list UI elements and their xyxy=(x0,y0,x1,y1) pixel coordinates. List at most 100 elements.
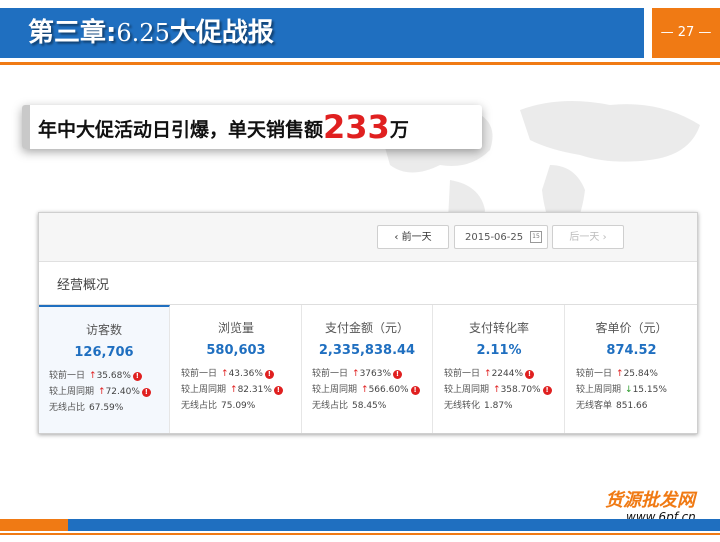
row-value: 43.36% xyxy=(228,369,263,379)
row-value: 566.60% xyxy=(368,385,409,395)
row-label: 无线客单 xyxy=(576,401,613,411)
metric-card-payment-amount[interactable]: 支付金额（元） 2,335,838.44 较前一日 ↑3763%! 较上周同期 ↑5… xyxy=(302,305,433,433)
row-value: 72.40% xyxy=(105,387,140,397)
callout-accent xyxy=(22,105,30,149)
arrow-up-icon: ↑ xyxy=(230,385,238,395)
metric-title: 客单价（元） xyxy=(595,321,668,335)
footer-accent xyxy=(0,519,68,531)
arrow-up-icon: ↑ xyxy=(89,371,97,381)
metric-row-wireless: 无线占比 58.45% xyxy=(312,398,386,411)
footer-line xyxy=(0,533,720,535)
headline-callout: 年中大促活动日引爆，单天销售额233万 xyxy=(22,105,482,149)
metric-value: 2.11% xyxy=(476,343,522,358)
arrow-up-icon: ↑ xyxy=(616,369,624,379)
metric-title: 支付金额（元） xyxy=(324,321,409,335)
footer-bar xyxy=(0,519,720,531)
row-label: 无线占比 xyxy=(49,403,86,413)
metric-card-avg-order-value[interactable]: 客单价（元） 874.52 较前一日 ↑25.84% 较上周同期 ↓15.15% 无… xyxy=(566,305,697,433)
arrow-up-icon: ↑ xyxy=(361,385,369,395)
section-header: 经营概况 xyxy=(39,262,697,305)
arrow-up-icon: ↑ xyxy=(352,369,360,379)
metric-value: 874.52 xyxy=(606,343,657,358)
row-label: 较上周同期 xyxy=(444,385,490,395)
row-value: 3763% xyxy=(359,369,392,379)
row-value: 1.87% xyxy=(484,401,513,411)
row-label: 较前一日 xyxy=(576,369,613,379)
arrow-up-icon: ↑ xyxy=(484,369,492,379)
dashboard-panel: ‹ 前一天 2015-06-25 15 后一天 › 经营概况 访客数 126,7… xyxy=(38,212,698,434)
metric-value: 2,335,838.44 xyxy=(318,343,416,358)
title-prefix: 第三章: xyxy=(28,18,117,48)
metric-row-week: 较上周同期 ↑82.31%! xyxy=(181,382,283,395)
row-label: 无线占比 xyxy=(181,401,218,411)
metric-row-week: 较上周同期 ↑358.70%! xyxy=(444,382,552,395)
row-value: 35.68% xyxy=(96,371,131,381)
section-title: 经营概况 xyxy=(57,278,110,293)
arrow-up-icon: ↑ xyxy=(221,369,229,379)
metric-row-day: 较前一日 ↑3763%! xyxy=(312,366,403,379)
row-value: 2244% xyxy=(491,369,524,379)
row-value: 67.59% xyxy=(89,403,124,413)
title-number: 6.25 xyxy=(116,19,170,47)
date-value: 2015-06-25 xyxy=(465,232,524,243)
arrow-up-icon: ↑ xyxy=(493,385,501,395)
metric-card-pageviews[interactable]: 浏览量 580,603 较前一日 ↑43.36%! 较上周同期 ↑82.31%! 无… xyxy=(171,305,302,433)
chevron-right-icon: › xyxy=(599,232,607,243)
chevron-left-icon: ‹ xyxy=(394,232,402,243)
metric-cards: 访客数 126,706 较前一日 ↑35.68%! 较上周同期 ↑72.40%! 无… xyxy=(39,305,697,433)
callout-sentence: 年中大促活动日引爆，单天销售额 xyxy=(38,119,324,141)
metric-row-day: 较前一日 ↑43.36%! xyxy=(181,366,274,379)
arrow-up-icon: ↑ xyxy=(98,387,106,397)
alert-icon: ! xyxy=(393,370,403,379)
metric-row-day: 较前一日 ↑2244%! xyxy=(444,366,535,379)
row-label: 较上周同期 xyxy=(49,387,95,397)
row-label: 较前一日 xyxy=(444,369,481,379)
alert-icon: ! xyxy=(132,372,142,381)
row-value: 82.31% xyxy=(237,385,272,395)
row-label: 较前一日 xyxy=(312,369,349,379)
callout-number: 233 xyxy=(323,108,390,146)
alert-icon: ! xyxy=(410,386,420,395)
metric-title: 访客数 xyxy=(85,323,122,337)
metric-row-wireless: 无线客单 851.66 xyxy=(576,398,648,411)
metric-row-wireless: 无线占比 75.09% xyxy=(181,398,255,411)
row-label: 较上周同期 xyxy=(312,385,358,395)
metric-row-day: 较前一日 ↑25.84% xyxy=(576,366,658,379)
metric-row-wireless: 无线转化 1.87% xyxy=(444,398,513,411)
prev-day-label: 前一天 xyxy=(401,232,432,243)
metric-row-week: 较上周同期 ↓15.15% xyxy=(576,382,667,395)
prev-day-button[interactable]: ‹ 前一天 xyxy=(377,225,449,249)
metric-title: 支付转化率 xyxy=(468,321,529,335)
metric-title: 浏览量 xyxy=(217,321,254,335)
row-value: 358.70% xyxy=(500,385,541,395)
alert-icon: ! xyxy=(542,386,552,395)
row-value: 75.09% xyxy=(221,401,256,411)
alert-icon: ! xyxy=(264,370,274,379)
metric-row-week: 较上周同期 ↑566.60%! xyxy=(312,382,420,395)
callout-text: 年中大促活动日引爆，单天销售额233万 xyxy=(38,105,409,149)
next-day-button[interactable]: 后一天 › xyxy=(552,225,624,249)
metric-value: 580,603 xyxy=(206,343,266,358)
row-value: 851.66 xyxy=(616,401,648,411)
title-suffix: 大促战报 xyxy=(169,18,274,48)
alert-icon: ! xyxy=(525,370,535,379)
header-divider xyxy=(0,62,720,65)
page-number: — 27 — xyxy=(652,8,720,58)
row-value: 58.45% xyxy=(352,401,387,411)
metric-card-conversion-rate[interactable]: 支付转化率 2.11% 较前一日 ↑2244%! 较上周同期 ↑358.70%! 无… xyxy=(434,305,565,433)
metric-card-visitors[interactable]: 访客数 126,706 较前一日 ↑35.68%! 较上周同期 ↑72.40%! 无… xyxy=(39,305,170,433)
page-title: 第三章:6.25大促战报 xyxy=(28,12,274,54)
row-value: 25.84% xyxy=(623,369,658,379)
watermark-logo-text: 货源批发网 xyxy=(605,490,695,511)
row-label: 较上周同期 xyxy=(181,385,227,395)
row-label: 无线转化 xyxy=(444,401,481,411)
metric-row-week: 较上周同期 ↑72.40%! xyxy=(49,384,151,397)
next-day-label: 后一天 xyxy=(569,232,600,243)
date-toolbar: ‹ 前一天 2015-06-25 15 后一天 › xyxy=(39,213,697,262)
metric-row-day: 较前一日 ↑35.68%! xyxy=(49,368,142,381)
row-label: 无线占比 xyxy=(312,401,349,411)
calendar-icon[interactable]: 15 xyxy=(530,231,542,243)
row-label: 较前一日 xyxy=(181,369,218,379)
row-value: 15.15% xyxy=(632,385,667,395)
date-picker[interactable]: 2015-06-25 15 xyxy=(454,225,548,249)
